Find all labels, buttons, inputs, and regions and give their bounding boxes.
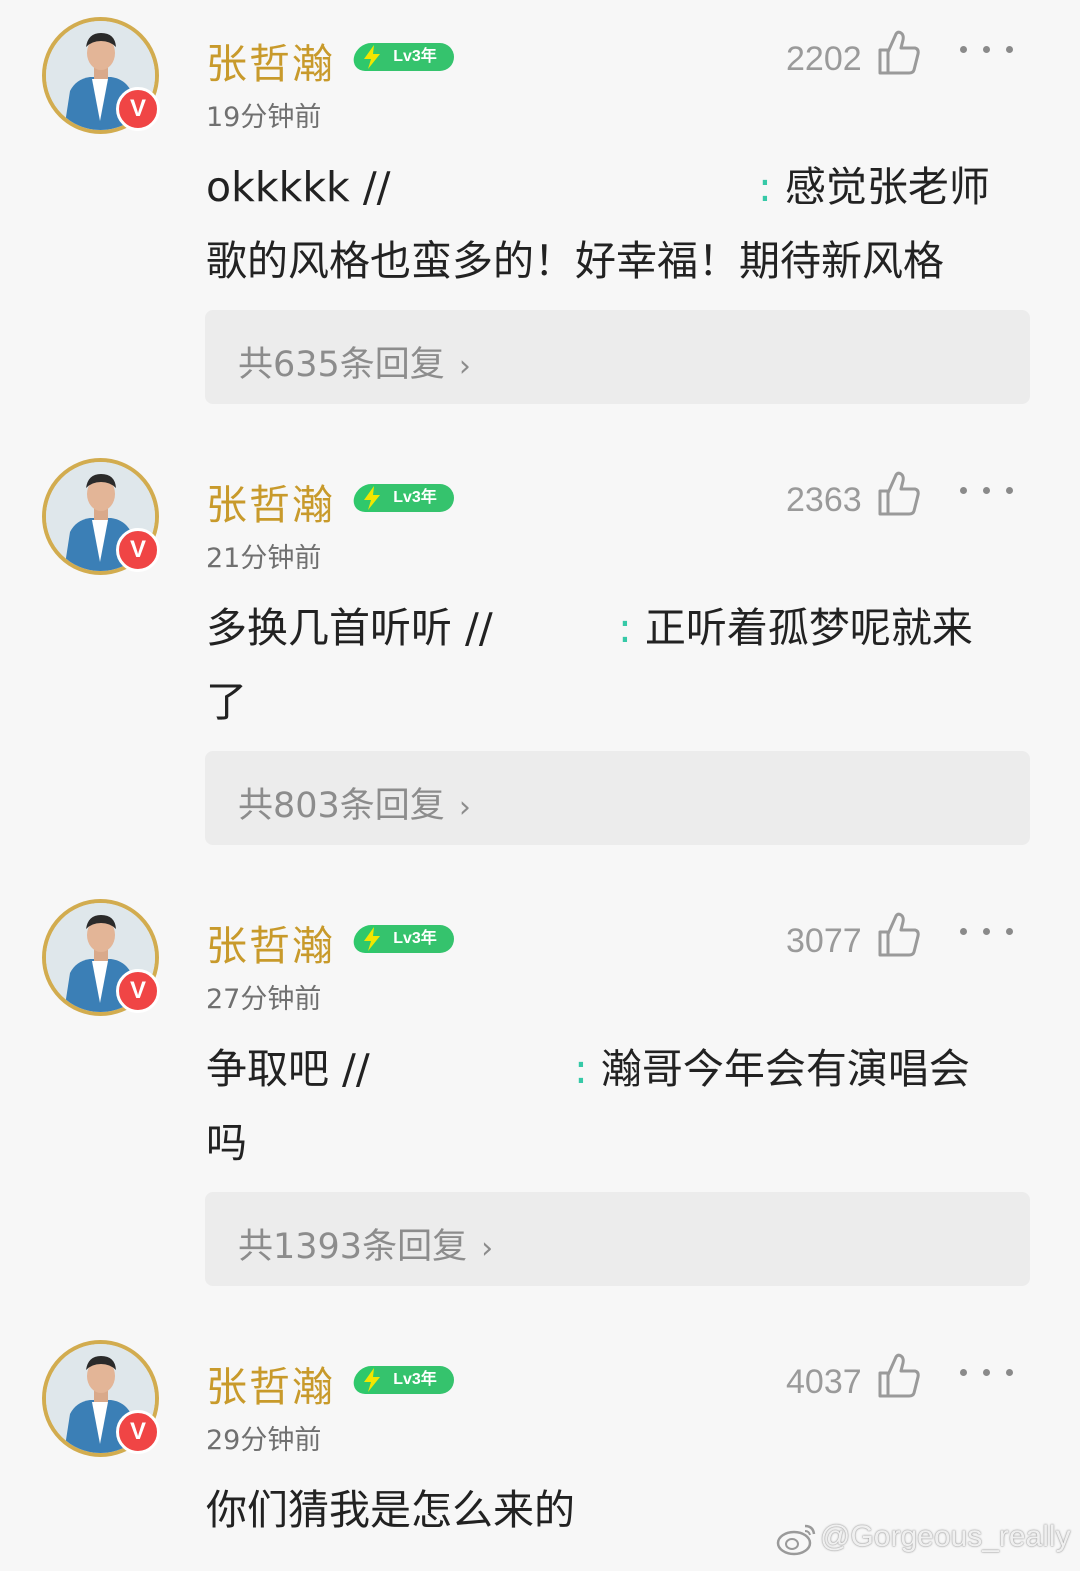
comment-time: 19分钟前 [206, 102, 322, 133]
level-badge: Lv3年 [351, 925, 454, 953]
level-badge: Lv3年 [351, 43, 454, 71]
verified-v-icon: V [116, 1410, 160, 1454]
chevron-right-icon: › [458, 790, 471, 825]
replies-button[interactable]: 共1393条回复 › [205, 1192, 1030, 1286]
comment-text: 多换几首听听 // : 正听着孤梦呢就来 了 [206, 604, 973, 726]
like-count: 2363 [786, 481, 862, 519]
user-name[interactable]: 张哲瀚 [206, 912, 335, 972]
replies-button[interactable]: 共635条回复 › [205, 310, 1030, 404]
chevron-right-icon: › [481, 1231, 494, 1266]
verified-v-icon: V [116, 87, 160, 131]
more-options-icon[interactable] [960, 46, 1014, 54]
verified-v-icon: V [116, 969, 160, 1013]
user-name[interactable]: 张哲瀚 [206, 1353, 335, 1413]
level-badge: Lv3年 [351, 484, 454, 512]
thumbs-up-icon[interactable] [877, 912, 921, 958]
replies-button[interactable]: 共803条回复 › [205, 751, 1030, 845]
weibo-icon [776, 1524, 816, 1556]
thumbs-up-icon[interactable] [877, 30, 921, 76]
thumbs-up-icon[interactable] [877, 1353, 921, 1399]
avatar[interactable]: V [42, 458, 160, 575]
comment-time: 29分钟前 [206, 1425, 322, 1456]
lightning-icon [364, 927, 380, 951]
thumbs-up-icon[interactable] [877, 471, 921, 517]
avatar[interactable]: V [42, 17, 160, 134]
comment-time: 27分钟前 [206, 984, 322, 1015]
like-count: 4037 [786, 1363, 862, 1401]
avatar[interactable]: V [42, 899, 160, 1016]
lightning-icon [364, 45, 380, 69]
level-badge: Lv3年 [351, 1366, 454, 1394]
comment-time: 21分钟前 [206, 543, 322, 574]
more-options-icon[interactable] [960, 928, 1014, 936]
comment-text: okkkkk // : 感觉张老师 歌的风格也蛮多的！好幸福！期待新风格 [206, 163, 990, 285]
avatar[interactable]: V [42, 1340, 160, 1457]
comment-text: 争取吧 // : 瀚哥今年会有演唱会 吗 [206, 1045, 970, 1167]
like-count: 2202 [786, 40, 862, 78]
lightning-icon [364, 486, 380, 510]
verified-v-icon: V [116, 528, 160, 572]
like-count: 3077 [786, 922, 862, 960]
lightning-icon [364, 1368, 380, 1392]
watermark-text: @Gorgeous_really [820, 1520, 1071, 1553]
user-name[interactable]: 张哲瀚 [206, 30, 335, 90]
more-options-icon[interactable] [960, 487, 1014, 495]
user-name[interactable]: 张哲瀚 [206, 471, 335, 531]
chevron-right-icon: › [458, 349, 471, 384]
more-options-icon[interactable] [960, 1369, 1014, 1377]
